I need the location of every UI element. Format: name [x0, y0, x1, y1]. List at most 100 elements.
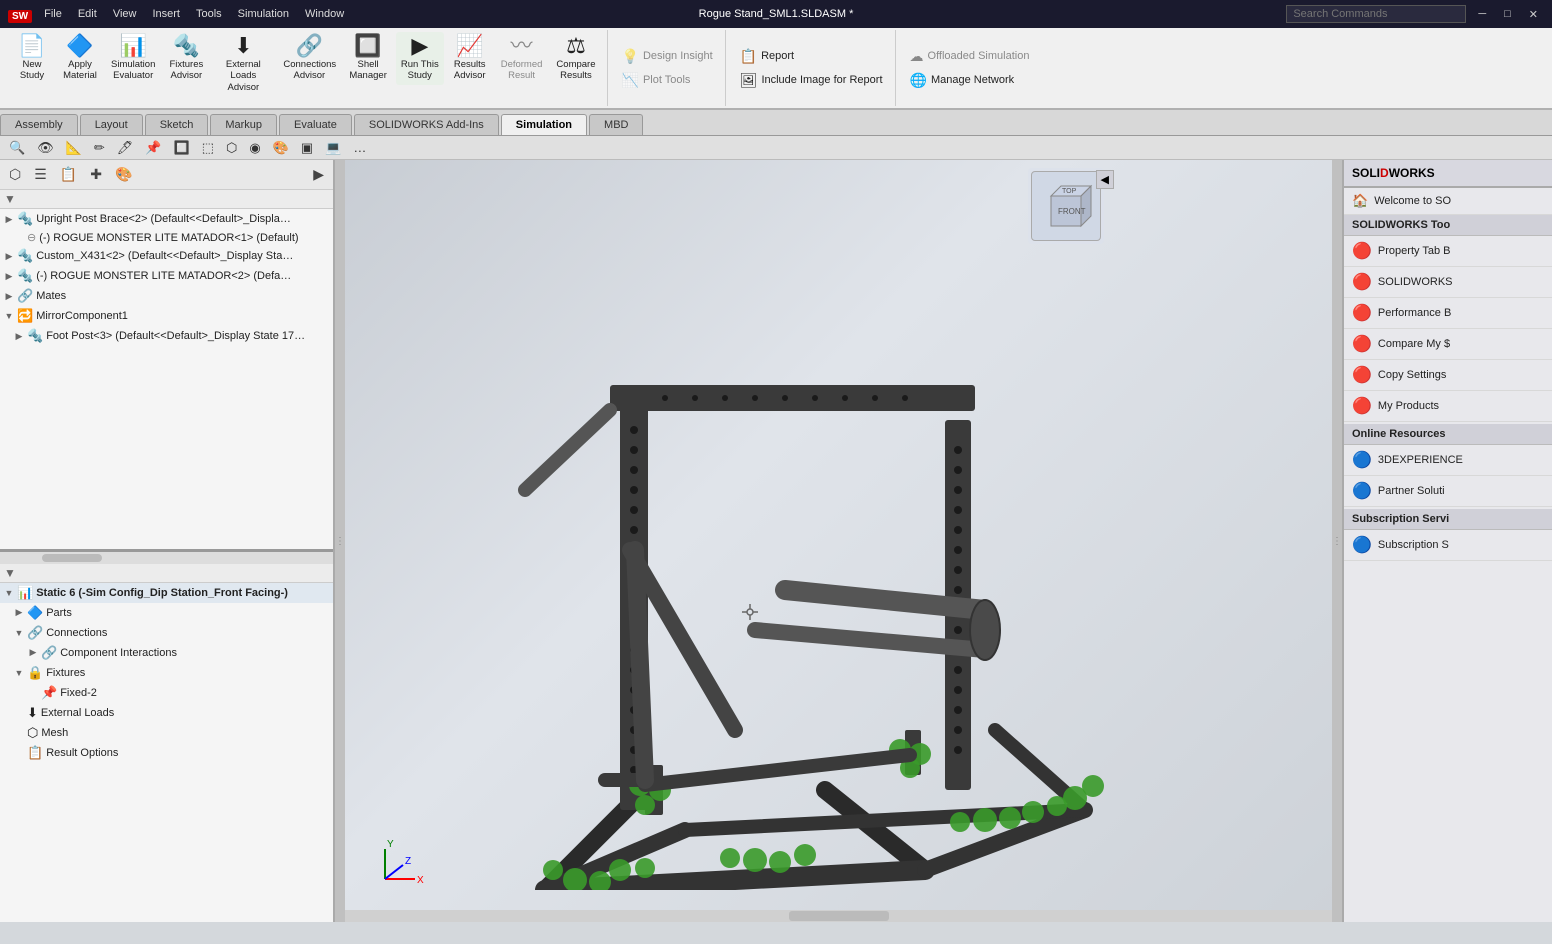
menu-edit[interactable]: Edit	[74, 8, 101, 20]
toolstrip-palette[interactable]: 🎨	[268, 138, 294, 158]
tab-evaluate[interactable]: Evaluate	[279, 114, 352, 135]
toolstrip-pin[interactable]: 📌	[140, 138, 166, 158]
tree-item-mesh[interactable]: ⬡ Mesh	[0, 723, 333, 743]
fixtures-advisor-button[interactable]: 🔩 FixturesAdvisor	[164, 32, 208, 85]
tree-item-fixtures[interactable]: ▼ 🔒 Fixtures	[0, 663, 333, 683]
tree-item-foot-post[interactable]: ▶ 🔩 Foot Post<3> (Default<<Default>_Disp…	[0, 326, 333, 346]
toolstrip-angle[interactable]: 📐	[61, 138, 87, 158]
copy-settings-item[interactable]: 🔴 Copy Settings	[1344, 360, 1552, 391]
simulation-feature-tree[interactable]: ▼ 📊 Static 6 (-Sim Config_Dip Station_Fr…	[0, 583, 333, 923]
tree-item-fixed-2[interactable]: 📌 Fixed-2	[0, 683, 333, 703]
tree-item-external-loads[interactable]: ⬇ External Loads	[0, 703, 333, 723]
tree-add-icon[interactable]: ✚	[85, 164, 107, 185]
upper-hscroll-thumb[interactable]	[42, 554, 102, 562]
tab-markup[interactable]: Markup	[210, 114, 277, 135]
left-panel-resize-handle[interactable]: ⋮	[335, 160, 345, 922]
tree-item-component-interactions[interactable]: ▶ 🔗 Component Interactions	[0, 643, 333, 663]
upper-tree-hscroll[interactable]	[0, 552, 333, 564]
solidworks-item[interactable]: 🔴 SOLIDWORKS	[1344, 267, 1552, 298]
tree-item-rogue-2[interactable]: ▶ 🔩 (-) ROGUE MONSTER LITE MATADOR<2> (D…	[0, 266, 333, 286]
toolstrip-cube[interactable]: ⬚	[197, 138, 219, 158]
tree-copy-icon[interactable]: 📋	[55, 164, 82, 185]
toolstrip-circle[interactable]: ◉	[244, 138, 265, 158]
new-study-button[interactable]: 📄 NewStudy	[10, 32, 54, 85]
my-products-item[interactable]: 🔴 My Products	[1344, 391, 1552, 422]
tree-study-header[interactable]: ▼ 📊 Static 6 (-Sim Config_Dip Station_Fr…	[0, 583, 333, 603]
viewport-hscroll-thumb[interactable]	[789, 911, 889, 921]
compare-my-item[interactable]: 🔴 Compare My $	[1344, 329, 1552, 360]
report-button[interactable]: 📋 Report	[736, 46, 887, 67]
tab-layout[interactable]: Layout	[80, 114, 143, 135]
design-insight-button[interactable]: 💡 Design Insight	[618, 46, 717, 67]
tree-expand-icon[interactable]: ▶	[308, 164, 329, 185]
toolstrip-eye[interactable]: 👁	[32, 138, 59, 158]
tree-item-result-options[interactable]: 📋 Result Options	[0, 743, 333, 763]
close-button[interactable]: ✕	[1523, 8, 1544, 21]
maximize-button[interactable]: □	[1498, 8, 1517, 20]
tree-item-mirror-component[interactable]: ▼ 🔁 MirrorComponent1	[0, 306, 333, 326]
toolstrip-box[interactable]: 🔲	[169, 138, 195, 158]
tab-solidworks-addins[interactable]: SOLIDWORKS Add-Ins	[354, 114, 499, 135]
toolstrip-search[interactable]: 🔍	[4, 138, 30, 158]
results-advisor-button[interactable]: 📈 ResultsAdvisor	[448, 32, 492, 85]
shell-manager-button[interactable]: 🔲 ShellManager	[344, 32, 392, 85]
compare-results-button[interactable]: ⚖ CompareResults	[551, 32, 600, 85]
deformed-result-button[interactable]: 〰 DeformedResult	[496, 32, 548, 85]
tab-simulation[interactable]: Simulation	[501, 114, 587, 135]
minimize-button[interactable]: ─	[1472, 8, 1492, 20]
tree-item-connections[interactable]: ▼ 🔗 Connections	[0, 623, 333, 643]
connections-advisor-button[interactable]: 🔗 ConnectionsAdvisor	[278, 32, 340, 85]
menu-simulation[interactable]: Simulation	[234, 8, 293, 20]
manage-network-icon: 🌐	[910, 72, 927, 89]
menu-file[interactable]: File	[40, 8, 66, 20]
partner-solutions-icon: 🔵	[1352, 481, 1372, 501]
right-panel-resize-handle[interactable]: ⋮	[1332, 160, 1342, 922]
menu-insert[interactable]: Insert	[148, 8, 184, 20]
tree-list-icon[interactable]: ☰	[29, 164, 52, 185]
partner-solutions-item[interactable]: 🔵 Partner Soluti	[1344, 476, 1552, 507]
manage-network-button[interactable]: 🌐 Manage Network	[906, 70, 1034, 91]
external-loads-button[interactable]: ⬇ External LoadsAdvisor	[212, 32, 274, 96]
copy-settings-icon: 🔴	[1352, 365, 1372, 385]
tree-item-mates[interactable]: ▶ 🔗 Mates	[0, 286, 333, 306]
tab-bar: Assembly Layout Sketch Markup Evaluate S…	[0, 110, 1552, 136]
solidworks-tools-section: SOLIDWORKS Too 🔴 Property Tab B 🔴 SOLIDW…	[1344, 215, 1552, 422]
upper-feature-tree[interactable]: ▶ 🔩 Upright Post Brace<2> (Default<<Defa…	[0, 209, 333, 552]
axis-indicator: X Y Z	[375, 839, 435, 892]
svg-text:Z: Z	[405, 856, 411, 867]
compare-my-icon: 🔴	[1352, 334, 1372, 354]
viewport-hscroll[interactable]	[345, 910, 1332, 922]
subscription-s-item[interactable]: 🔵 Subscription S	[1344, 530, 1552, 561]
offloaded-simulation-button[interactable]: ☁ Offloaded Simulation	[906, 46, 1034, 67]
toolstrip-pen[interactable]: 🖊	[112, 138, 139, 158]
3dexperience-item[interactable]: 🔵 3DEXPERIENCE	[1344, 445, 1552, 476]
collapse-right-panel-button[interactable]: ◀	[1096, 170, 1114, 189]
tree-item-custom-x431[interactable]: ▶ 🔩 Custom_X431<2> (Default<<Default>_Di…	[0, 246, 333, 266]
menu-view[interactable]: View	[109, 8, 141, 20]
simulation-evaluator-button[interactable]: 📊 SimulationEvaluator	[106, 32, 160, 85]
plot-tools-button[interactable]: 📉 Plot Tools	[618, 70, 717, 91]
apply-material-button[interactable]: 🔷 ApplyMaterial	[58, 32, 102, 85]
tree-hex-icon[interactable]: ⬡	[4, 164, 26, 185]
include-image-button[interactable]: 🖼 Include Image for Report	[736, 70, 887, 91]
performance-b-item[interactable]: 🔴 Performance B	[1344, 298, 1552, 329]
tab-assembly[interactable]: Assembly	[0, 114, 78, 135]
toolstrip-more[interactable]: …	[348, 138, 371, 157]
menu-tools[interactable]: Tools	[192, 8, 226, 20]
3d-viewport[interactable]: X Y Z FRONT TOP	[345, 160, 1332, 922]
toolstrip-grid[interactable]: ▣	[296, 138, 318, 158]
run-this-study-button[interactable]: ▶ Run ThisStudy	[396, 32, 444, 85]
tree-item-parts[interactable]: ▶ 🔷 Parts	[0, 603, 333, 623]
tree-color-icon[interactable]: 🎨	[110, 164, 137, 185]
toolstrip-hex[interactable]: ⬡	[221, 138, 242, 158]
menu-window[interactable]: Window	[301, 8, 348, 20]
toolstrip-pencil[interactable]: ✏	[89, 138, 110, 158]
property-tab-item[interactable]: 🔴 Property Tab B	[1344, 236, 1552, 267]
tree-item-rogue-1[interactable]: ⊖ (-) ROGUE MONSTER LITE MATADOR<1> (Def…	[0, 229, 333, 246]
tab-mbd[interactable]: MBD	[589, 114, 643, 135]
search-commands-input[interactable]	[1286, 5, 1466, 23]
toolstrip-monitor[interactable]: 💻	[320, 138, 346, 158]
tab-sketch[interactable]: Sketch	[145, 114, 209, 135]
tree-item-upright-post[interactable]: ▶ 🔩 Upright Post Brace<2> (Default<<Defa…	[0, 209, 333, 229]
view-cube[interactable]: FRONT TOP	[1031, 171, 1101, 241]
